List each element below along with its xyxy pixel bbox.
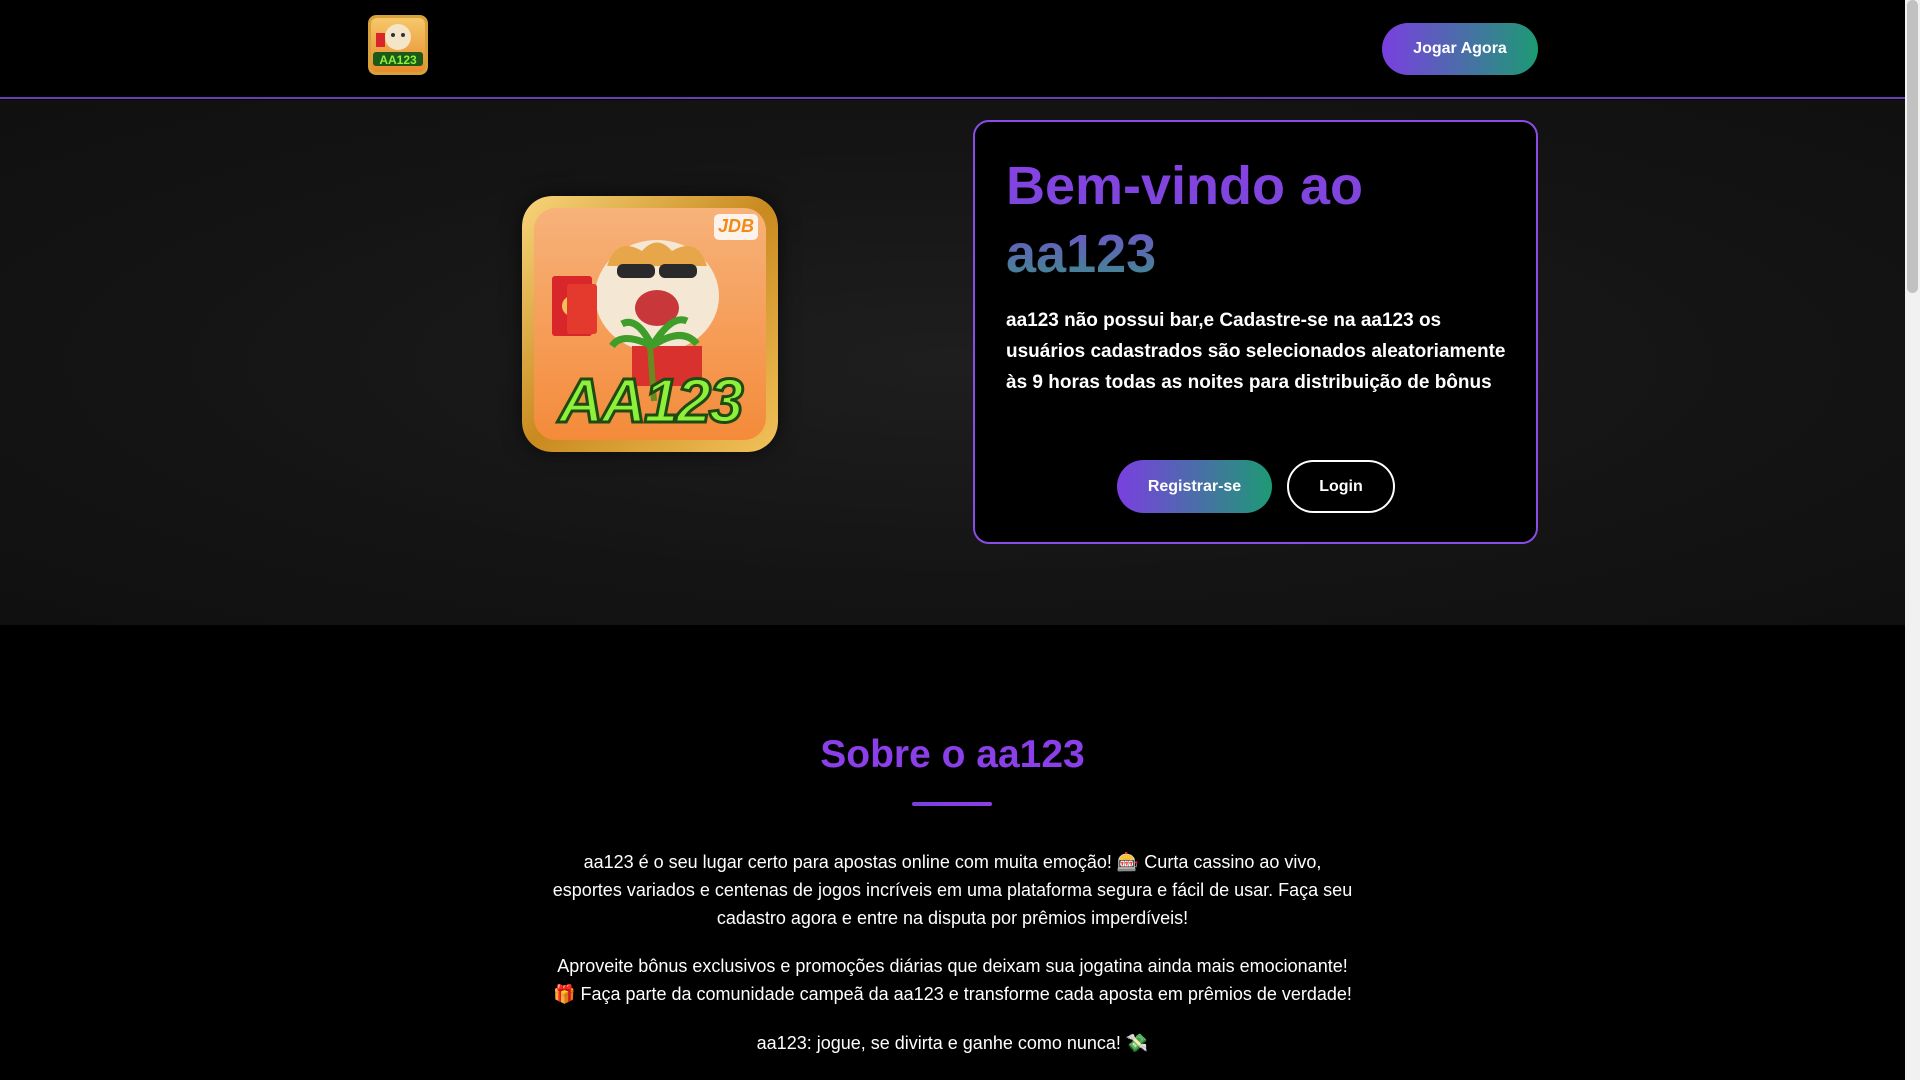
site-header: AA123 Jogar Agora [0, 0, 1905, 99]
about-title-underline [912, 802, 992, 806]
header-logo[interactable]: AA123 [368, 15, 428, 75]
welcome-description: aa123 não possui bar,e Cadastre-se na aa… [1006, 310, 1506, 393]
welcome-title-line1: Bem-vindo ao [1006, 156, 1364, 216]
scrollbar-thumb[interactable] [1907, 0, 1918, 293]
header-logo-text: AA123 [379, 53, 417, 67]
hero-logo-text: AA123 [557, 366, 745, 438]
hero-section [0, 100, 1905, 625]
page-scrollbar[interactable] [1905, 0, 1920, 1080]
hero-logo-badge: JDB [717, 216, 754, 236]
welcome-title-line2: aa123 [1006, 224, 1157, 284]
welcome-card: Bem-vindo ao aa123 aa123 não possui bar,… [973, 120, 1538, 544]
play-now-button[interactable]: Jogar Agora [1382, 23, 1538, 75]
register-button[interactable]: Registrar-se [1117, 460, 1272, 513]
hero-logo: JDB AA123 [522, 196, 778, 452]
about-paragraph-2: Aproveite bônus exclusivos e promoções d… [553, 956, 1352, 1004]
login-button[interactable]: Login [1287, 460, 1395, 513]
about-paragraph-3: aa123: jogue, se divirta e ganhe como nu… [756, 1033, 1149, 1053]
welcome-title: Bem-vindo ao aa123 [1006, 152, 1506, 288]
about-title: Sobre o aa123 [820, 733, 1085, 776]
about-paragraph-1: aa123 é o seu lugar certo para apostas o… [552, 852, 1353, 928]
